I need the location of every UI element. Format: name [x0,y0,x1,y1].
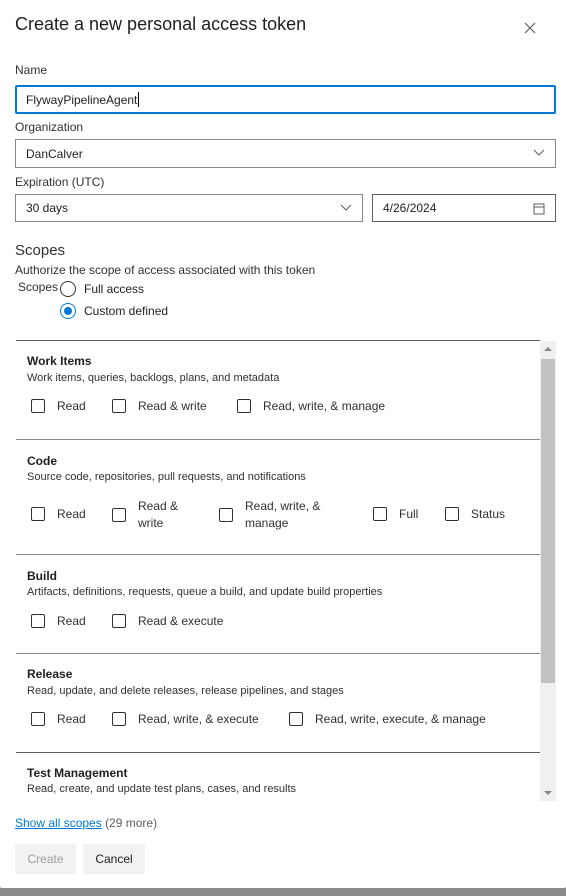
radio-selected-icon [60,303,76,319]
code-read-checkbox[interactable]: Read [31,507,86,521]
show-all-scopes-link[interactable]: Show all scopes [15,816,102,830]
name-input[interactable]: FlywayPipelineAgent [15,85,556,114]
code-status-checkbox[interactable]: Status [445,507,505,521]
section-title: Code [27,454,57,468]
release-read-checkbox[interactable]: Read [31,712,86,726]
checkbox-icon [112,508,126,522]
scopes-heading: Scopes [15,242,66,259]
create-token-dialog: Create a new personal access token Name … [0,0,566,888]
organization-value: DanCalver [26,146,83,161]
show-all-scopes-row: Show all scopes (29 more) [15,816,157,830]
checkbox-icon [112,712,126,726]
scrollbar-thumb[interactable] [541,359,555,683]
section-description: Read, update, and delete releases, relea… [27,685,344,697]
checkbox-icon [373,507,387,521]
expiration-date-value: 4/26/2024 [383,201,437,215]
checkbox-label: Read [57,712,86,726]
scopes-radio-label: Scopes [18,280,59,294]
section-title: Test Management [27,766,128,780]
full-access-radio[interactable]: Full access [60,281,144,297]
code-read-write-checkbox[interactable]: Read & write [112,498,202,532]
code-full-checkbox[interactable]: Full [373,507,418,521]
checkbox-label: Read & write [138,499,179,530]
checkbox-label: Read & execute [138,614,224,628]
checkbox-icon [289,712,303,726]
organization-dropdown[interactable]: DanCalver [15,139,556,168]
checkbox-icon [112,614,126,628]
checkbox-label: Read [57,614,86,628]
expiration-dropdown[interactable]: 30 days [15,194,363,222]
chevron-down-icon [340,204,352,211]
checkbox-icon [31,399,45,413]
expiration-date-input[interactable]: 4/26/2024 [372,194,556,222]
chevron-down-icon [533,149,545,156]
checkbox-icon [112,399,126,413]
checkbox-icon [237,399,251,413]
scopes-description: Authorize the scope of access associated… [15,263,316,277]
build-read-execute-checkbox[interactable]: Read & execute [112,614,223,628]
scroll-up-icon[interactable] [544,347,552,351]
checkbox-icon [31,712,45,726]
checkbox-label: Read [57,507,86,521]
close-icon[interactable] [522,20,538,36]
checkbox-icon [445,507,459,521]
calendar-icon[interactable] [533,203,545,215]
name-label: Name [15,63,48,77]
radio-icon [60,281,76,297]
work-items-read-write-checkbox[interactable]: Read & write [112,399,207,413]
custom-defined-label: Custom defined [84,304,169,318]
scroll-down-icon[interactable] [544,791,552,795]
dialog-title: Create a new personal access token [15,14,307,34]
section-title: Work Items [27,354,92,368]
checkbox-label: Status [471,507,506,521]
cancel-button[interactable]: Cancel [83,844,145,874]
checkbox-icon [219,508,233,522]
scrollbar[interactable] [540,341,556,801]
custom-defined-radio[interactable]: Custom defined [60,303,168,319]
more-count: (29 more) [105,816,158,830]
code-manage-checkbox[interactable]: Read, write, & manage [219,498,335,532]
release-execute-checkbox[interactable]: Read, write, & execute [112,712,259,726]
section-description: Read, create, and update test plans, cas… [27,783,297,795]
section-title: Release [27,667,73,681]
organization-label: Organization [15,120,84,134]
section-description: Source code, repositories, pull requests… [27,471,306,483]
section-description: Artifacts, definitions, requests, queue … [27,586,383,598]
section-title: Build [27,569,57,583]
name-value: FlywayPipelineAgent [26,92,138,107]
checkbox-icon [31,614,45,628]
full-access-label: Full access [84,282,145,296]
checkbox-label: Full [399,507,419,521]
checkbox-icon [31,507,45,521]
create-button[interactable]: Create [15,844,76,874]
checkbox-label: Read, write, & manage [245,499,321,530]
section-description: Work items, queries, backlogs, plans, an… [27,372,280,384]
scopes-list: Work Items Work items, queries, backlogs… [16,340,556,801]
release-manage-checkbox[interactable]: Read, write, execute, & manage [289,712,486,726]
work-items-manage-checkbox[interactable]: Read, write, & manage [237,399,385,413]
checkbox-label: Read & write [138,399,207,413]
checkbox-label: Read, write, & execute [138,712,259,726]
expiration-value: 30 days [26,201,69,215]
checkbox-label: Read, write, & manage [263,399,386,413]
checkbox-label: Read [57,399,86,413]
build-read-checkbox[interactable]: Read [31,614,86,628]
work-items-read-checkbox[interactable]: Read [31,399,86,413]
expiration-label: Expiration (UTC) [15,175,105,189]
checkbox-label: Read, write, execute, & manage [315,712,486,726]
